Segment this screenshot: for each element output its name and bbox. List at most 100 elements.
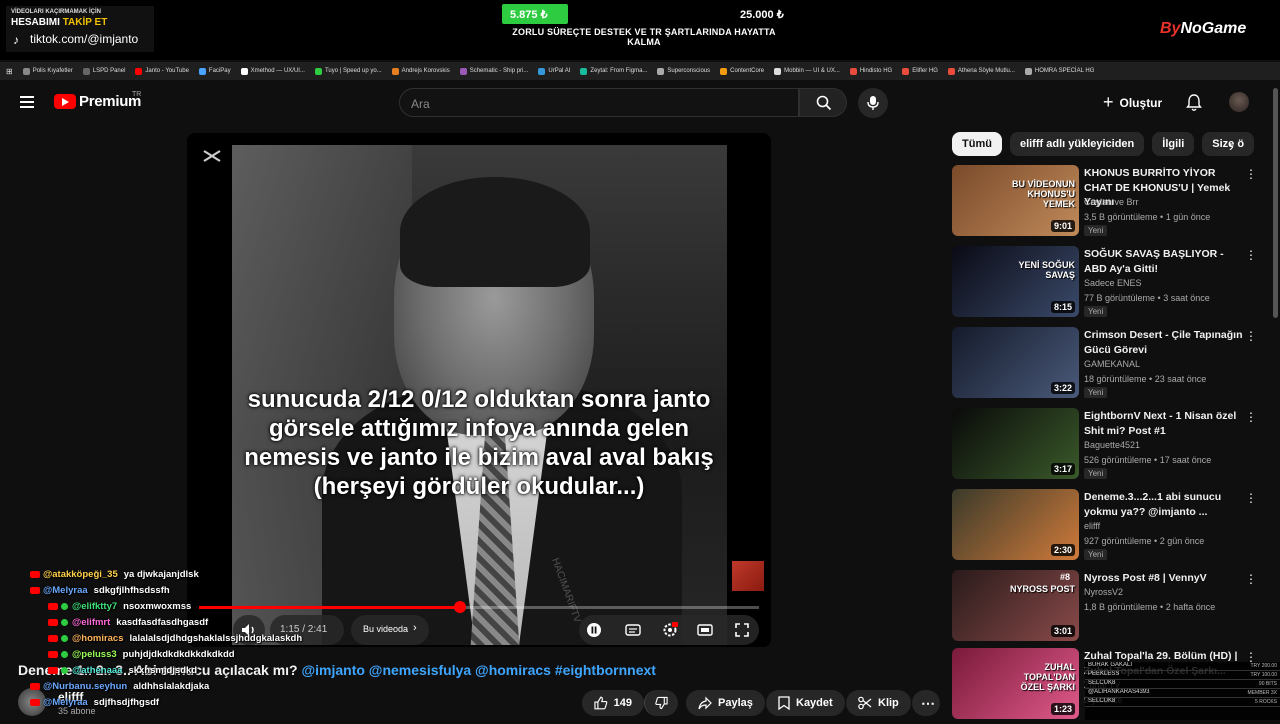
more-vertical-icon[interactable]: ⋮: [1245, 491, 1257, 505]
clip-label: Klip: [878, 697, 899, 709]
bookmark-item[interactable]: Polis Kıyafetler: [22, 67, 73, 75]
bookmark-item[interactable]: Xmethod — UX/UI...: [240, 67, 305, 75]
account-avatar[interactable]: [1229, 92, 1249, 112]
bookmark-label: Polis Kıyafetler: [32, 68, 73, 74]
video-title[interactable]: Deneme.3...2...1 abi sunucu yokmu ya?? @…: [1084, 490, 1244, 519]
channel-name[interactable]: Baguette4521: [1084, 440, 1140, 450]
chat-username: @Melyraa: [43, 584, 88, 596]
chip-related[interactable]: İlgili: [1152, 132, 1195, 156]
bookmark-item[interactable]: HOMRA SPECİAL HG: [1024, 67, 1094, 75]
bookmark-item[interactable]: Schematic - Ship pri...: [459, 67, 528, 75]
event-amount: MEMBER 3X: [1247, 690, 1277, 696]
create-button[interactable]: + Oluştur: [1103, 92, 1162, 113]
caption-line: nemesis ve janto ile bizim aval aval bak…: [244, 444, 714, 471]
video-duration: 3:22: [1050, 382, 1075, 394]
video-thumbnail[interactable]: BU VİDEONUN KHONUS'U YEMEK 9:01: [952, 165, 1079, 236]
member-badge-icon: [61, 650, 68, 658]
bookmark-item[interactable]: UrPal AI: [538, 67, 570, 75]
youtube-icon: [48, 618, 58, 626]
subtitles-icon[interactable]: [625, 622, 641, 638]
chips-next-chevron-icon[interactable]: ›: [1229, 138, 1234, 154]
chat-message: @peluss3 puhjdjdkdkdkdkkdkdkdd: [30, 646, 360, 662]
channel-name[interactable]: Ceylan ve Brr: [1084, 197, 1139, 207]
bookmark-item[interactable]: LSPD Panel: [82, 67, 125, 75]
share-button[interactable]: Paylaş: [686, 690, 765, 716]
chat-username: @athenaaa: [72, 664, 123, 676]
bookmark-item[interactable]: ContentCore: [720, 67, 765, 75]
video-thumbnail[interactable]: NYROSS POST #8 3:01: [952, 570, 1079, 641]
video-thumbnail[interactable]: ZUHAL TOPAL'DAN ÖZEL ŞARKI 1:23: [952, 648, 1079, 719]
recommended-video[interactable]: YENİ SOĞUK SAVAŞ 8:15 SOĞUK SAVAŞ BAŞLIYOR…: [952, 246, 1262, 322]
like-button[interactable]: 149: [582, 690, 644, 716]
channel-name[interactable]: NyrossV2: [1084, 587, 1123, 597]
bookmark-item[interactable]: Elifler HG: [902, 67, 938, 75]
more-vertical-icon[interactable]: ⋮: [1245, 572, 1257, 586]
chapters-button[interactable]: Bu videoda ›: [351, 615, 429, 645]
voice-search-button[interactable]: [858, 88, 888, 118]
video-meta: 3,5 B görüntüleme • 1 gün önce: [1084, 212, 1211, 222]
channel-name[interactable]: Sadece ENES: [1084, 278, 1142, 288]
bookmark-item[interactable]: Athena Söyle Mutlu...: [947, 67, 1015, 75]
chat-username: @elifktty7: [72, 600, 118, 612]
more-actions-button[interactable]: ⋯: [912, 690, 940, 716]
bookmark-item[interactable]: Hindisto HG: [849, 67, 892, 75]
end-screen-thumbnail[interactable]: [732, 561, 764, 591]
video-thumbnail[interactable]: 3:17: [952, 408, 1079, 479]
bookmark-label: ContentCore: [730, 68, 765, 74]
channel-name[interactable]: GAMEKANAL: [1084, 359, 1140, 369]
tiktok-follow-panel: VİDEOLARI KAÇIRMAMAK İÇİN HESABIMI TAKİP…: [6, 6, 154, 52]
capcut-watermark-icon: [203, 150, 221, 162]
search-input[interactable]: Ara: [399, 88, 799, 117]
video-thumbnail[interactable]: YENİ SOĞUK SAVAŞ 8:15: [952, 246, 1079, 317]
bookmark-item[interactable]: Superconscious: [657, 67, 710, 75]
video-thumbnail[interactable]: 2:30: [952, 489, 1079, 560]
recommended-video[interactable]: 3:17 EightbornV Next - 1 Nisan özel Shit …: [952, 408, 1262, 484]
clip-button[interactable]: Klip: [846, 690, 911, 716]
dislike-button[interactable]: [644, 690, 678, 716]
video-title[interactable]: Crimson Desert - Çile Tapınağın Gücü Gör…: [1084, 328, 1244, 357]
bookmark-item[interactable]: FaciPay: [198, 67, 231, 75]
chip-from-uploader[interactable]: elifff adlı yükleyiciden: [1009, 132, 1145, 156]
menu-icon[interactable]: [20, 96, 34, 108]
notifications-bell-icon[interactable]: [1186, 94, 1202, 112]
video-title[interactable]: EightbornV Next - 1 Nisan özel Shit mi? …: [1084, 409, 1244, 438]
bookmark-item[interactable]: Mobbin — UI & UX...: [774, 67, 840, 75]
video-title[interactable]: SOĞUK SAVAŞ BAŞLIYOR - ABD Ay'a Gitti!: [1084, 247, 1244, 276]
recommended-video[interactable]: BU VİDEONUN KHONUS'U YEMEK 9:01 KHONUS BUR…: [952, 165, 1262, 241]
bookmark-label: Mobbin — UI & UX...: [784, 68, 840, 74]
apps-grid-icon[interactable]: ⊞: [6, 67, 13, 76]
chat-message: @Melyraa sdkgfjlhfhsdssfh: [30, 582, 360, 598]
recommended-video[interactable]: 2:30 Deneme.3...2...1 abi sunucu yokmu ya…: [952, 489, 1262, 565]
youtube-premium-logo[interactable]: Premium: [54, 93, 141, 110]
recommended-video[interactable]: 3:22 Crimson Desert - Çile Tapınağın Gücü…: [952, 327, 1262, 403]
video-title[interactable]: Nyross Post #8 | VennyV: [1084, 571, 1244, 586]
scrollbar[interactable]: [1273, 88, 1278, 318]
bookmark-item[interactable]: Janto - YouTube: [135, 67, 189, 75]
save-button[interactable]: Kaydet: [766, 690, 845, 716]
bookmark-item[interactable]: Zeytal: From Figma...: [580, 67, 647, 75]
chip-all[interactable]: Tümü: [952, 132, 1002, 156]
more-vertical-icon[interactable]: ⋮: [1245, 329, 1257, 343]
search-button[interactable]: [799, 88, 847, 117]
progress-scrubber[interactable]: [454, 601, 466, 613]
event-name: @ALİHANKARAS4393: [1088, 689, 1150, 695]
channel-name[interactable]: elifff: [1084, 521, 1100, 531]
pause-icon[interactable]: [586, 622, 602, 638]
chat-message: @atakköpeği_35 ya djwkajanjdlsk: [30, 566, 360, 582]
video-meta: 927 görüntüleme • 2 gün önce: [1084, 536, 1205, 546]
new-badge: Yeni: [1084, 225, 1108, 236]
more-vertical-icon[interactable]: ⋮: [1245, 410, 1257, 424]
video-duration: 3:01: [1050, 625, 1075, 637]
video-thumbnail[interactable]: 3:22: [952, 327, 1079, 398]
fullscreen-icon[interactable]: [734, 622, 750, 638]
bookmark-item[interactable]: Andrejs Korovskis: [391, 67, 450, 75]
settings-gear-icon[interactable]: [662, 622, 678, 638]
more-vertical-icon[interactable]: ⋮: [1245, 248, 1257, 262]
like-count: 149: [613, 697, 632, 709]
theater-mode-icon[interactable]: [697, 622, 713, 638]
stream-overlay-top: VİDEOLARI KAÇIRMAMAK İÇİN HESABIMI TAKİP…: [0, 0, 1280, 60]
bookmark-item[interactable]: Tuyo | Speed up yo...: [314, 67, 382, 75]
logo-region: TR: [132, 91, 142, 98]
recommended-video[interactable]: NYROSS POST #8 3:01 Nyross Post #8 | VennyV…: [952, 570, 1262, 646]
more-vertical-icon[interactable]: ⋮: [1245, 167, 1257, 181]
